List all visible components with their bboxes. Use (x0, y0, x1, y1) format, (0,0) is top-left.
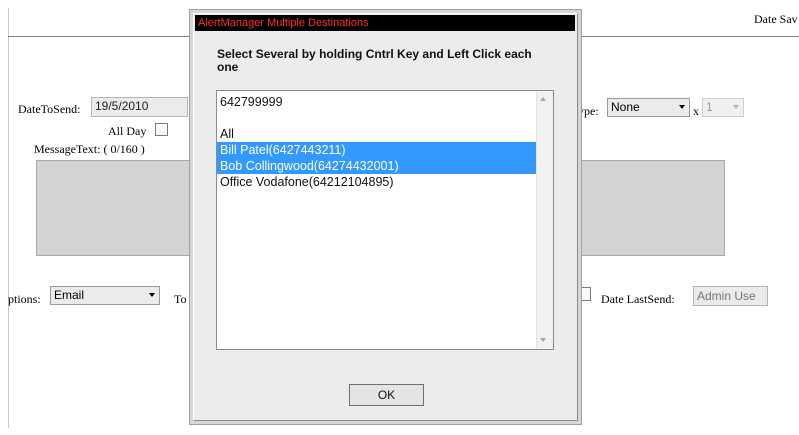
list-item-bob-collingwood[interactable]: Bob Collingwood(64274432001) (217, 158, 536, 174)
all-day-checkbox[interactable] (155, 123, 168, 136)
date-last-send-input[interactable] (693, 286, 768, 306)
type-select[interactable]: None (607, 98, 690, 117)
scroll-down-icon[interactable] (540, 338, 546, 342)
message-text-label: MessageText: ( 0/160 ) (34, 142, 145, 156)
list-item-blank[interactable] (217, 110, 536, 126)
x-select-value: 1 (706, 100, 713, 114)
date-last-send-label: Date LastSend: (601, 292, 675, 306)
x-select[interactable]: 1 (702, 98, 744, 117)
list-item-bill-patel[interactable]: Bill Patel(6427443211) (217, 142, 536, 158)
chevron-down-icon (733, 105, 739, 109)
list-item-office-vodafone[interactable]: Office Vodafone(64212104895) (217, 174, 536, 190)
x-label: x (693, 104, 699, 118)
scroll-up-icon[interactable] (540, 97, 546, 101)
all-day-label: All Day (108, 124, 147, 138)
dialog-title: AlertManager Multiple Destinations (198, 17, 369, 29)
date-to-send-input[interactable]: 19/5/2010 (91, 97, 188, 117)
last-send-checkbox[interactable] (582, 287, 591, 301)
type-select-value: None (611, 100, 640, 114)
message-textarea[interactable] (36, 160, 194, 256)
dialog-instruction: Select Several by holding Cntrl Key and … (217, 47, 532, 74)
listbox-scrollbar[interactable] (536, 91, 553, 349)
list-item[interactable]: 642799999 (217, 94, 536, 110)
options-label: ptions: (8, 292, 41, 306)
date-to-send-label: DateToSend: (18, 102, 81, 116)
list-item-all[interactable]: All (217, 126, 536, 142)
chevron-down-icon (679, 105, 685, 109)
to-label: To (174, 292, 187, 306)
chevron-down-icon (149, 293, 155, 297)
ok-button[interactable]: OK (349, 384, 424, 406)
header-date-saved-label: Date Sav (754, 12, 798, 26)
options-select-value: Email (54, 288, 85, 302)
options-select[interactable]: Email (50, 286, 160, 305)
message-textarea-right[interactable] (578, 160, 725, 256)
